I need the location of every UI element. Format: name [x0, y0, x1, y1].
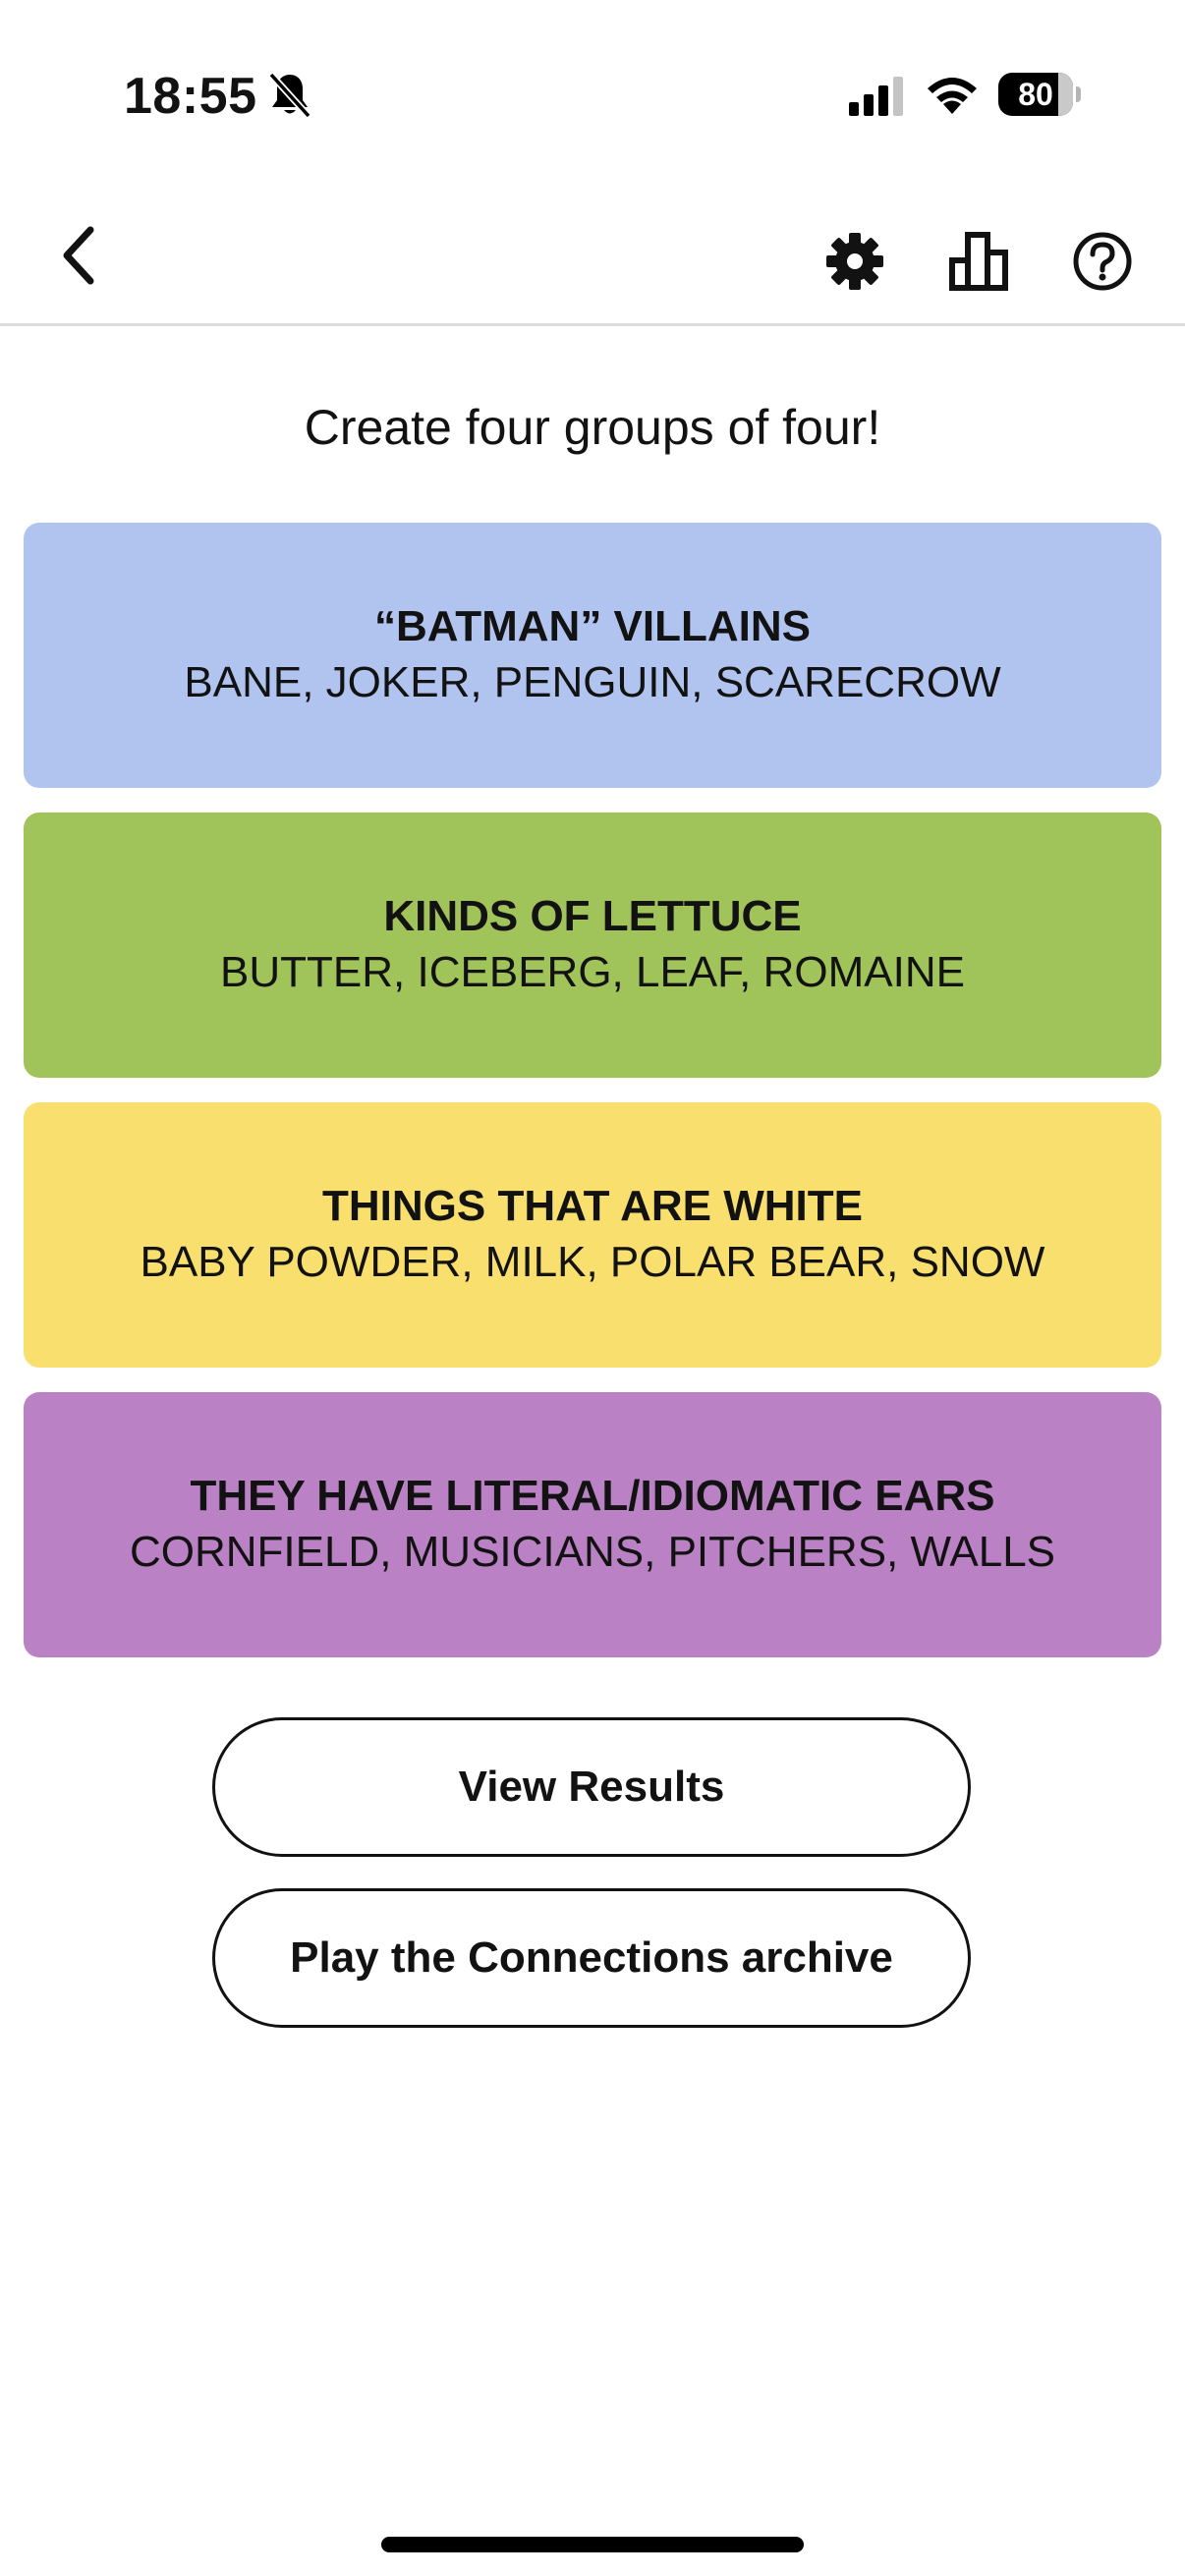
- settings-button[interactable]: [816, 222, 894, 301]
- group-members: BANE, JOKER, PENGUIN, SCARECROW: [184, 658, 1001, 706]
- nav-bar: [0, 187, 1185, 326]
- group-title: THEY HAVE LITERAL/IDIOMATIC EARS: [190, 1472, 995, 1520]
- gear-icon: [826, 233, 883, 290]
- group-title: “BATMAN” VILLAINS: [373, 602, 812, 650]
- bell-slash-icon: [268, 72, 311, 119]
- chevron-left-icon: [63, 226, 94, 285]
- battery-indicator: 80: [998, 73, 1081, 116]
- group-card-purple: THEY HAVE LITERAL/IDIOMATIC EARS CORNFIE…: [24, 1392, 1161, 1657]
- home-indicator[interactable]: [381, 2537, 804, 2552]
- group-card-blue: “BATMAN” VILLAINS BANE, JOKER, PENGUIN, …: [24, 523, 1161, 788]
- question-circle-icon: [1073, 232, 1132, 291]
- bar-chart-icon: [949, 232, 1008, 291]
- stats-button[interactable]: [939, 222, 1018, 301]
- cellular-signal-icon: [849, 77, 903, 116]
- wifi-icon: [928, 78, 977, 114]
- help-button[interactable]: [1063, 222, 1142, 301]
- group-members: BUTTER, ICEBERG, LEAF, ROMAINE: [220, 948, 965, 996]
- view-results-button[interactable]: View Results: [212, 1717, 971, 1857]
- group-members: BABY POWDER, MILK, POLAR BEAR, SNOW: [140, 1238, 1045, 1286]
- solved-groups: “BATMAN” VILLAINS BANE, JOKER, PENGUIN, …: [24, 523, 1161, 1682]
- battery-level: 80: [1018, 77, 1053, 112]
- play-archive-button[interactable]: Play the Connections archive: [212, 1888, 971, 2028]
- status-time: 18:55: [124, 68, 257, 125]
- group-title: KINDS OF LETTUCE: [383, 892, 802, 940]
- back-button[interactable]: [39, 216, 118, 295]
- group-card-green: KINDS OF LETTUCE BUTTER, ICEBERG, LEAF, …: [24, 812, 1161, 1078]
- group-card-yellow: THINGS THAT ARE WHITE BABY POWDER, MILK,…: [24, 1102, 1161, 1368]
- instructions-text: Create four groups of four!: [304, 400, 881, 455]
- status-bar: 18:55 80: [0, 0, 1185, 187]
- group-title: THINGS THAT ARE WHITE: [322, 1182, 863, 1230]
- group-members: CORNFIELD, MUSICIANS, PITCHERS, WALLS: [129, 1528, 1056, 1576]
